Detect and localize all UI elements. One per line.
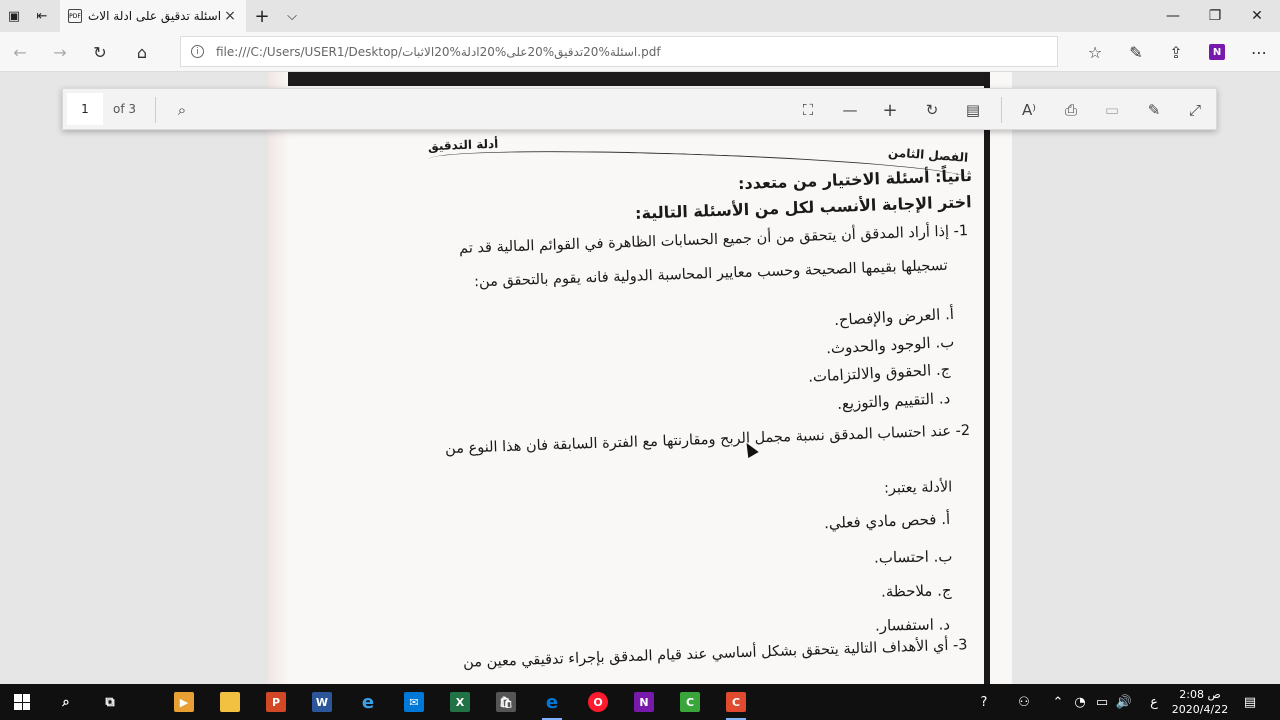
save-as-icon[interactable]: ✎ [1143, 99, 1165, 121]
tab-pdf[interactable]: PDF اسئلة تدقيق على ادلة الاث × [60, 0, 246, 32]
page-view-icon[interactable]: ▤ [962, 99, 984, 121]
new-tab-icon[interactable]: + [252, 6, 272, 27]
windows-logo-icon [14, 694, 30, 710]
question-1-option-a: أ. العرض والإفصاح. [833, 304, 955, 330]
people-icon[interactable]: ⚇ [1014, 692, 1034, 712]
favorites-icon[interactable]: ☆ [1083, 40, 1107, 64]
task-view-icon[interactable]: ⧉ [96, 688, 124, 716]
refresh-icon[interactable]: ↻ [88, 40, 112, 64]
save-icon[interactable]: ▭ [1101, 99, 1123, 121]
rotate-icon[interactable]: ↻ [921, 99, 943, 121]
pdf-viewer[interactable]: الفصل الثامن أدلة التدقيق ثانياً: أسئلة … [0, 72, 1280, 684]
page-total: of 3 [113, 102, 137, 116]
question-1-line-2: تسجيلها بقيمها الصحيحة وحسب معايير المحا… [474, 257, 949, 291]
question-1-option-c: ج. الحقوق والالتزامات. [807, 360, 951, 386]
volume-icon[interactable]: 🔊 [1114, 692, 1134, 712]
opera-icon[interactable]: O [584, 688, 612, 716]
info-icon[interactable]: i [191, 45, 204, 58]
fit-to-page-icon[interactable]: ⛶ [797, 99, 819, 121]
chapter-heading: الفصل الثامن [887, 145, 969, 165]
fullscreen-icon[interactable]: ⤢ [1184, 99, 1206, 121]
running-header: أدلة التدقيق [427, 136, 499, 154]
page-scan-shadow [268, 72, 290, 684]
input-language[interactable]: ع [1144, 692, 1164, 712]
pdf-toolbar: 1 of 3 ⌕ ⛶ — + ↻ ▤ A⁾ ⎙ ▭ ✎ ⤢ [62, 88, 1217, 130]
more-menu-icon[interactable]: ⋯ [1247, 40, 1271, 64]
start-button[interactable] [4, 684, 40, 720]
minimize-button[interactable]: — [1150, 0, 1196, 32]
taskbar: ⌕ ⧉ ▶ P W e ✉ X 🛍 e O N C C ? ⚇ ⌃ ◔ ▭ 🔊 … [0, 684, 1280, 720]
search-icon[interactable]: ⌕ [52, 688, 80, 716]
question-2-option-b: ب. احتساب. [873, 547, 953, 567]
onenote-icon[interactable]: N [630, 688, 658, 716]
help-icon[interactable]: ? [974, 692, 994, 712]
camtasia-recorder-icon[interactable]: C [676, 688, 704, 716]
title-bar: ▣ ⇤ PDF اسئلة تدقيق على ادلة الاث × + ⌵ … [0, 0, 1280, 32]
close-window-button[interactable]: ✕ [1234, 0, 1280, 32]
excel-icon[interactable]: X [446, 688, 474, 716]
toolbar-divider [1001, 97, 1002, 123]
back-arrow-icon[interactable]: ← [8, 40, 32, 64]
question-3-line-1: 3- أي الأهداف التالية يتحقق بشكل أساسي ع… [463, 637, 969, 671]
forward-arrow-icon[interactable]: → [48, 40, 72, 64]
address-bar[interactable]: i file:///C:/Users/USER1/Desktop/اسئلة%2… [180, 36, 1058, 67]
clock-date: 2020/4/22 [1171, 703, 1229, 716]
question-1-option-b: ب. الوجود والحدوث. [825, 332, 955, 358]
tab-actions-icon[interactable]: ▣ [4, 6, 24, 26]
tab-title: اسئلة تدقيق على ادلة الاث [88, 9, 222, 23]
pen-notes-icon[interactable]: ✎ [1124, 40, 1148, 64]
video-app-icon[interactable]: ▶ [170, 688, 198, 716]
navigation-bar: ← → ↻ ⌂ i file:///C:/Users/USER1/Desktop… [0, 32, 1280, 72]
clock[interactable]: 2:08 ص 2020/4/22 [1168, 687, 1232, 717]
internet-explorer-icon[interactable]: e [354, 688, 382, 716]
onenote-extension-icon[interactable]: N [1205, 40, 1229, 64]
show-hidden-icons-icon[interactable]: ⌃ [1048, 692, 1068, 712]
zoom-in-icon[interactable]: + [879, 99, 901, 121]
print-icon[interactable]: ⎙ [1060, 99, 1082, 121]
question-2-line-1: 2- عند احتساب المدقق نسبة مجمل الربح ومق… [444, 422, 971, 458]
camtasia-icon[interactable]: C [722, 688, 750, 720]
zoom-out-icon[interactable]: — [839, 99, 861, 121]
network-icon[interactable]: ◔ [1070, 692, 1090, 712]
page-number-input[interactable]: 1 [67, 93, 103, 125]
battery-icon[interactable]: ▭ [1092, 692, 1112, 712]
tab-close-icon[interactable]: × [222, 8, 238, 24]
search-icon[interactable]: ⌕ [171, 99, 193, 121]
edge-icon[interactable]: e [538, 688, 566, 720]
maximize-button[interactable]: ❐ [1192, 0, 1238, 32]
url-text: file:///C:/Users/USER1/Desktop/اسئلة%20ت… [216, 44, 661, 59]
instruction-text: اختر الإجابة الأنسب لكل من الأسئلة التال… [635, 192, 973, 223]
powerpoint-icon[interactable]: P [262, 688, 290, 716]
question-2-line-2: الأدلة يعتبر: [883, 479, 953, 497]
read-aloud-icon[interactable]: A⁾ [1018, 99, 1040, 121]
tab-list-chevron-icon[interactable]: ⌵ [282, 6, 302, 26]
mail-icon[interactable]: ✉ [400, 688, 428, 716]
page-scan-right-edge [984, 72, 990, 684]
toolbar-divider [155, 97, 156, 123]
store-icon[interactable]: 🛍 [492, 688, 520, 716]
pdf-icon: PDF [68, 9, 82, 23]
question-2-option-a: أ. فحص مادي فعلي. [823, 509, 951, 533]
pdf-page: الفصل الثامن أدلة التدقيق ثانياً: أسئلة … [268, 72, 1012, 684]
home-icon[interactable]: ⌂ [130, 40, 154, 64]
clock-time: 2:08 ص [1179, 688, 1221, 701]
page-scan-top-edge [288, 72, 990, 86]
question-2-option-d: د. استفسار. [874, 615, 951, 635]
notifications-icon[interactable]: ▤ [1240, 692, 1260, 712]
question-1-option-d: د. التقييم والتوزيع. [836, 389, 951, 413]
file-explorer-icon[interactable] [216, 688, 244, 716]
question-1-line-1: 1- إذا أراد المدقق أن يتحقق من أن جميع ا… [458, 223, 969, 257]
question-2-option-c: ج. ملاحظة. [881, 581, 953, 601]
set-aside-tabs-icon[interactable]: ⇤ [32, 6, 52, 26]
word-icon[interactable]: W [308, 688, 336, 716]
share-icon[interactable]: ⇪ [1164, 40, 1188, 64]
